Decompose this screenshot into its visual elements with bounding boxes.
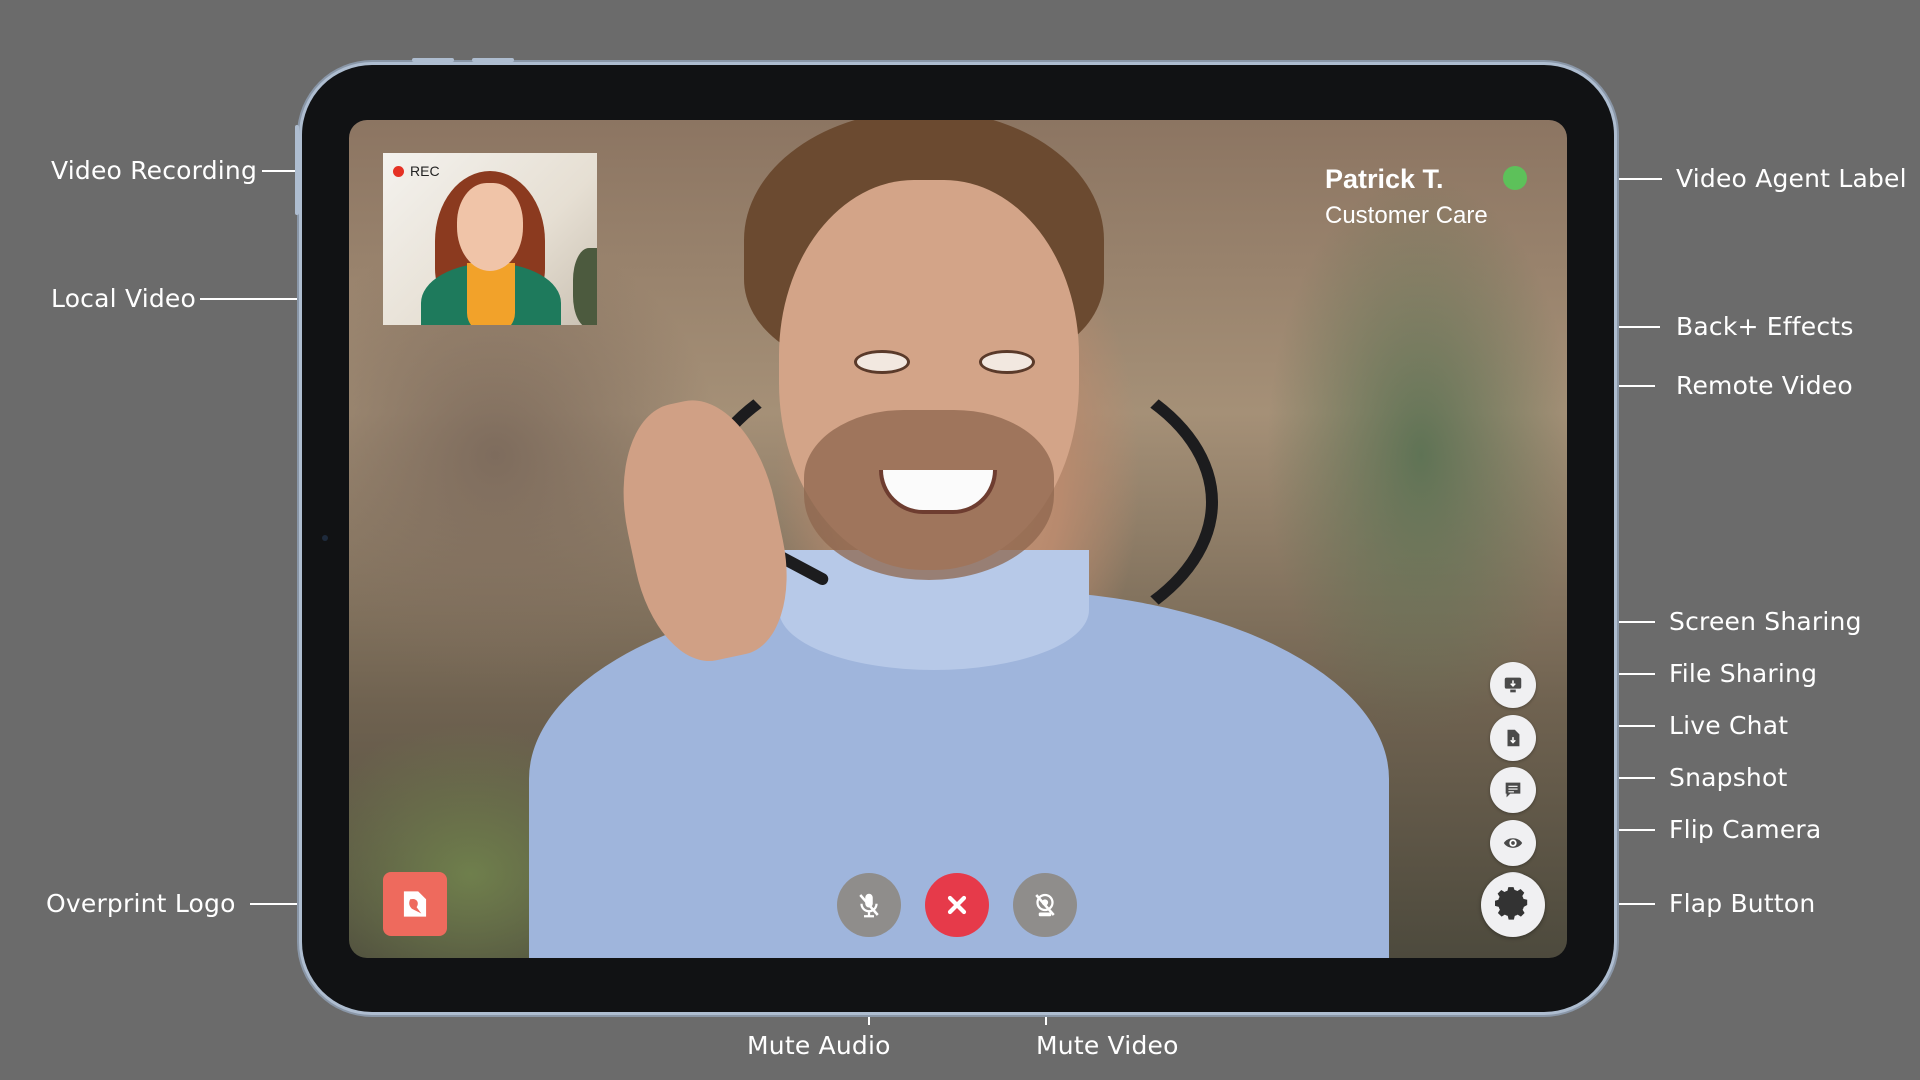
live-chat-button[interactable]	[1490, 767, 1536, 813]
screen-sharing-button[interactable]	[1490, 662, 1536, 708]
local-person-top	[467, 263, 515, 325]
rec-label: REC	[410, 163, 440, 179]
tablet-device: REC Patrick T. Customer Care	[295, 58, 1614, 1012]
file-sharing-button[interactable]	[1490, 715, 1536, 761]
file-icon	[1507, 729, 1520, 747]
annotation-snapshot: Snapshot	[1669, 763, 1788, 792]
end-call-button[interactable]	[925, 873, 989, 937]
screen-share-icon	[1504, 677, 1522, 693]
mute-audio-button[interactable]	[837, 873, 901, 937]
local-video[interactable]: REC	[383, 153, 597, 325]
remote-video: REC Patrick T. Customer Care	[349, 120, 1567, 958]
annotation-video-agent-label: Video Agent Label	[1676, 164, 1907, 193]
close-icon	[947, 895, 967, 915]
annotation-video-recording: Video Recording	[51, 156, 258, 185]
flap-button[interactable]	[1481, 873, 1545, 937]
annotation-mute-video: Mute Video	[1036, 1031, 1179, 1060]
annotation-flip-camera: Flip Camera	[1669, 815, 1822, 844]
annotation-remote-video: Remote Video	[1676, 371, 1853, 400]
annotation-local-video: Local Video	[51, 284, 196, 313]
tablet-button	[472, 58, 514, 62]
snapshot-button[interactable]	[1490, 820, 1536, 866]
mute-video-button[interactable]	[1013, 873, 1077, 937]
chat-icon	[1505, 782, 1521, 798]
agent-role: Customer Care	[1325, 202, 1488, 229]
overprint-logo	[383, 872, 447, 936]
local-video-plant	[573, 248, 597, 325]
annotation-overprint-logo: Overprint Logo	[46, 889, 236, 918]
local-person-face	[457, 183, 523, 271]
agent-name: Patrick T.	[1325, 164, 1444, 194]
camera-mute-icon	[1035, 893, 1055, 917]
microphone-mute-icon	[859, 893, 879, 918]
online-status-icon	[1503, 166, 1527, 190]
tablet-side-button	[295, 125, 299, 215]
annotation-mute-audio: Mute Audio	[747, 1031, 891, 1060]
brand-logo-icon	[403, 891, 427, 917]
annotation-back-effects: Back+ Effects	[1676, 312, 1854, 341]
recording-indicator: REC	[393, 163, 440, 179]
annotation-live-chat: Live Chat	[1669, 711, 1789, 740]
annotation-flap-button: Flap Button	[1669, 889, 1816, 918]
eye-icon	[1503, 838, 1523, 848]
tablet-button	[412, 58, 454, 62]
record-dot-icon	[393, 165, 404, 177]
annotation-file-sharing: File Sharing	[1669, 659, 1818, 688]
front-camera	[322, 535, 328, 541]
gear-icon	[1495, 887, 1528, 920]
annotation-screen-sharing: Screen Sharing	[1669, 607, 1862, 636]
